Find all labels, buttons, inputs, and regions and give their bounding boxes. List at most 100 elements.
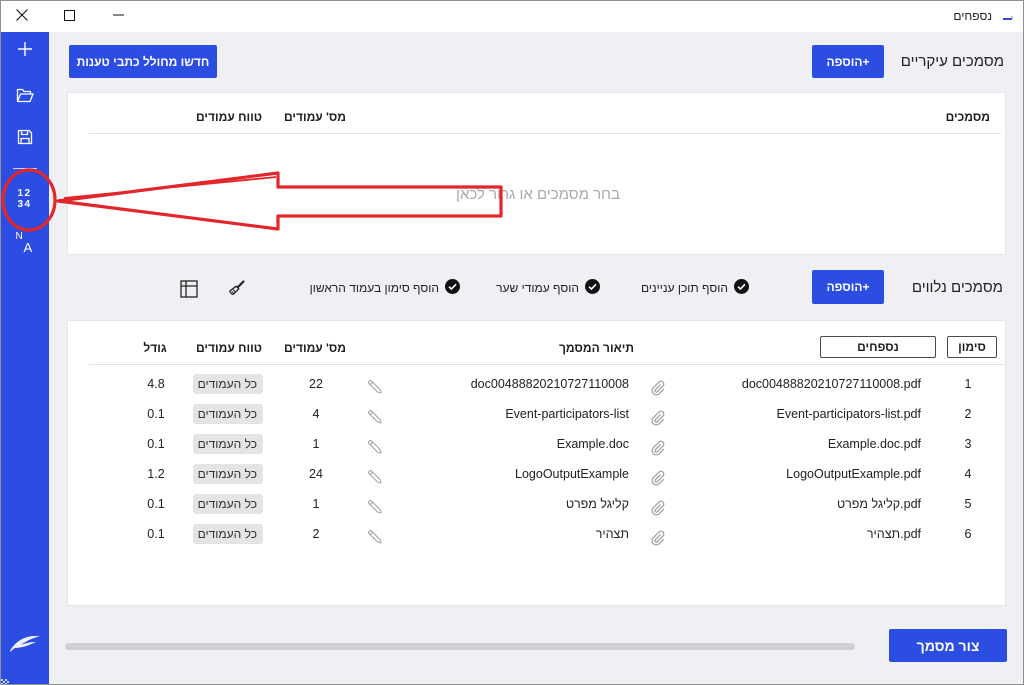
check-circle-icon[interactable] — [445, 278, 460, 297]
numbering-icon: 12 34 — [17, 188, 31, 210]
column-header-attachments[interactable]: נספחים — [820, 336, 936, 358]
open-button[interactable] — [0, 79, 49, 115]
window-title: נספחים — [953, 9, 992, 23]
sidebar: 12 34 N A — [0, 32, 49, 685]
row-size: 0.1 — [147, 407, 165, 421]
row-mark: 3 — [964, 437, 972, 451]
attachments-add-button[interactable]: הוספה+ — [812, 270, 884, 304]
option-label: הוסף תוכן עניינים — [640, 280, 728, 295]
app-icon — [1002, 10, 1014, 28]
row-mark: 4 — [964, 467, 972, 481]
main-documents-panel[interactable]: מסמכים מס' עמודים טווח עמודים בחר מסמכים… — [67, 92, 1006, 255]
translate-button[interactable]: N A — [0, 226, 49, 262]
main-documents-add-button[interactable]: הוספה+ — [812, 45, 884, 78]
row-page-range-button[interactable]: כל העמודים — [193, 374, 263, 394]
edit-pencil-icon[interactable] — [367, 526, 383, 556]
column-header-page-range[interactable]: טווח עמודים — [194, 341, 264, 355]
plus-icon — [17, 41, 33, 60]
row-description[interactable]: תצהיר — [409, 519, 629, 549]
check-circle-icon[interactable] — [734, 278, 749, 297]
attachments-title: מסמכים נלווים — [911, 279, 1003, 296]
row-page-count: 1 — [312, 497, 320, 511]
row-attachment-file[interactable]: Example.doc.pdf — [681, 429, 921, 459]
row-size: 4.8 — [147, 377, 165, 391]
translate-icon-top: N — [15, 231, 23, 242]
feather-logo-icon — [0, 625, 49, 661]
column-header-page-count[interactable]: מס' עמודים — [284, 341, 346, 355]
translate-icon: N A — [14, 232, 36, 256]
pleadings-generator-button[interactable]: חדשו מחולל כתבי טענות — [69, 45, 217, 78]
option-first-page-mark[interactable]: הוסף סימון בעמוד הראשון — [309, 278, 460, 297]
option-label: הוסף עמודי שער — [496, 280, 579, 295]
save-icon — [17, 129, 33, 148]
row-attachment-file[interactable]: Event-participators-list.pdf — [681, 399, 921, 429]
numbering-icon-top: 12 — [17, 188, 32, 199]
row-page-range-button[interactable]: כל העמודים — [193, 494, 263, 514]
table-row[interactable]: 3 Example.doc.pdf Example.doc 1 כל העמודים 0.… — [68, 429, 1005, 459]
row-attachment-file[interactable]: doc00488820210727110008.pdf — [681, 369, 921, 399]
column-header-mark[interactable]: סימון — [947, 336, 997, 358]
table-row[interactable]: 4 LogoOutputExample.pdf LogoOutputExample 2… — [68, 459, 1005, 489]
maximize-icon[interactable] — [47, 0, 91, 30]
folder-open-icon — [16, 88, 34, 106]
row-mark: 2 — [964, 407, 972, 421]
table-row[interactable]: 2 Event-participators-list.pdf Event-parti… — [68, 399, 1005, 429]
row-description[interactable]: Event-participators-list — [409, 399, 629, 429]
row-size: 0.1 — [147, 497, 165, 511]
translate-icon-bottom: A — [23, 240, 33, 255]
row-attachment-file[interactable]: תצהיר.pdf — [681, 519, 921, 549]
attachments-panel: סימון נספחים תיאור המסמך מס' עמודים טווח… — [67, 320, 1006, 606]
header-divider — [89, 133, 1001, 134]
row-description[interactable]: LogoOutputExample — [409, 459, 629, 489]
row-page-count: 4 — [312, 407, 320, 421]
table-row[interactable]: 5 קליגל מפרט.pdf קליגל מפרט 1 כל העמודים 0.1 — [68, 489, 1005, 519]
main-documents-title: מסמכים עיקריים — [900, 53, 1004, 70]
option-table-of-contents[interactable]: הוסף תוכן עניינים — [640, 278, 749, 297]
check-circle-icon[interactable] — [585, 278, 600, 297]
column-header-size[interactable]: גודל — [135, 341, 175, 355]
minimize-icon[interactable] — [96, 0, 140, 30]
row-page-range-button[interactable]: כל העמודים — [193, 404, 263, 424]
brush-icon[interactable] — [228, 279, 246, 297]
row-description[interactable]: Example.doc — [409, 429, 629, 459]
column-header-documents[interactable]: מסמכים — [946, 110, 990, 124]
column-header-description[interactable]: תיאור המסמך — [559, 341, 634, 355]
resize-grip[interactable] — [1, 675, 11, 685]
row-page-count: 2 — [312, 527, 320, 541]
drop-zone-placeholder[interactable]: בחר מסמכים או גרור לכאן — [388, 186, 688, 203]
save-button[interactable] — [0, 120, 49, 156]
close-icon[interactable] — [0, 0, 44, 30]
paperclip-icon[interactable] — [651, 527, 665, 557]
row-size: 0.1 — [147, 527, 165, 541]
row-description[interactable]: קליגל מפרט — [409, 489, 629, 519]
table-row[interactable]: 1 doc00488820210727110008.pdf doc004888202… — [68, 369, 1005, 399]
row-page-range-button[interactable]: כל העמודים — [193, 524, 263, 544]
title-bar: נספחים — [0, 0, 1024, 32]
row-page-range-button[interactable]: כל העמודים — [193, 434, 263, 454]
row-page-count: 24 — [309, 467, 323, 481]
row-page-count: 1 — [312, 437, 320, 451]
numbering-button[interactable]: 12 34 — [0, 181, 49, 217]
row-mark: 5 — [964, 497, 972, 511]
new-button[interactable] — [0, 32, 49, 68]
row-description[interactable]: doc00488820210727110008 — [409, 369, 629, 399]
row-page-count: 22 — [309, 377, 323, 391]
row-attachment-file[interactable]: LogoOutputExample.pdf — [681, 459, 921, 489]
table-row[interactable]: 6 תצהיר.pdf תצהיר 2 כל העמודים 0.1 — [68, 519, 1005, 549]
numbering-icon-bottom: 34 — [17, 199, 32, 210]
table-icon[interactable] — [180, 280, 198, 298]
row-size: 0.1 — [147, 437, 165, 451]
create-document-button[interactable]: צור מסמך — [889, 629, 1007, 662]
row-size: 1.2 — [147, 467, 165, 481]
option-label: הוסף סימון בעמוד הראשון — [309, 280, 439, 295]
header-divider — [89, 364, 1005, 365]
row-attachment-file[interactable]: קליגל מפרט.pdf — [681, 489, 921, 519]
column-header-page-range[interactable]: טווח עמודים — [194, 110, 264, 124]
option-cover-pages[interactable]: הוסף עמודי שער — [496, 278, 600, 297]
row-mark: 6 — [964, 527, 972, 541]
column-header-page-count[interactable]: מס' עמודים — [284, 110, 346, 124]
horizontal-scrollbar[interactable] — [65, 643, 855, 650]
row-page-range-button[interactable]: כל העמודים — [193, 464, 263, 484]
row-mark: 1 — [964, 377, 972, 391]
sidebar-divider — [13, 168, 37, 169]
